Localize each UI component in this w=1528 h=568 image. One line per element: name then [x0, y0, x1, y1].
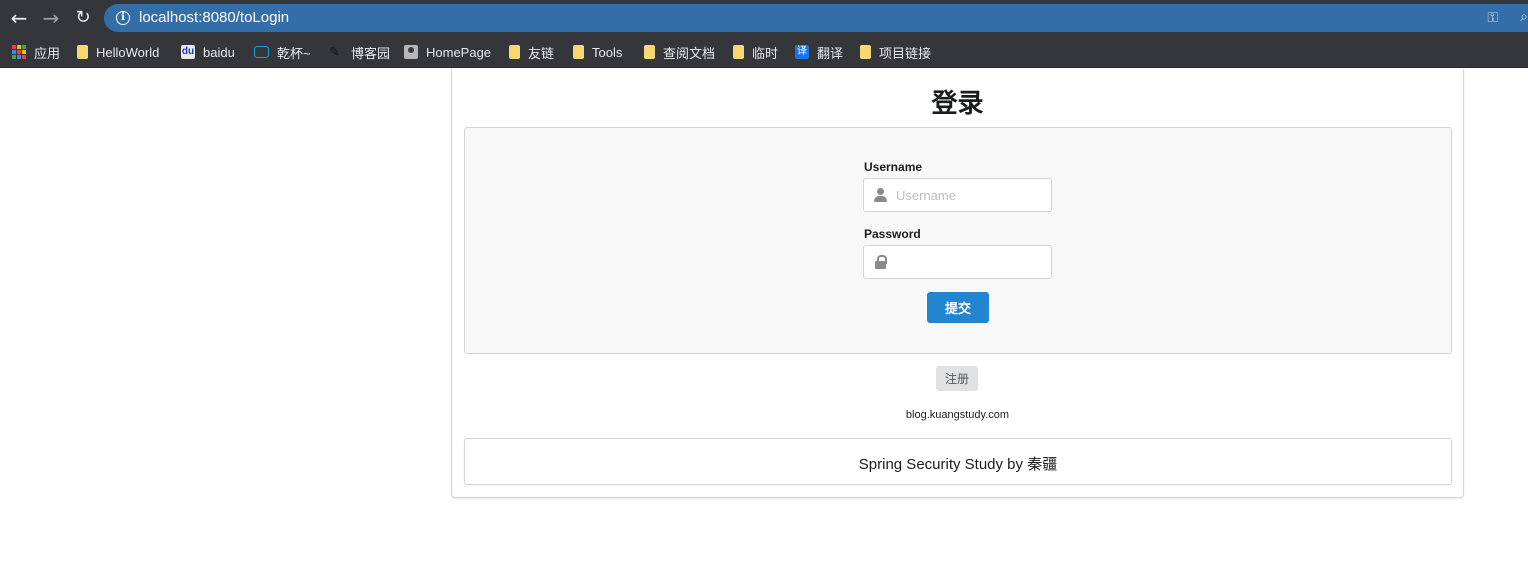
- bookmark-label: 应用: [34, 45, 61, 61]
- bookmark-friend-links[interactable]: 友链: [509, 43, 554, 61]
- bookmark-label: 项目链接: [879, 45, 932, 61]
- baidu-icon: du: [181, 45, 195, 59]
- bookmark-temp[interactable]: 临时: [733, 43, 778, 61]
- address-bar[interactable]: i localhost:8080/toLogin ⚿ ⌕: [104, 4, 1528, 32]
- login-container: 登录 Username Password 提交 注册 blog.kuangstu…: [451, 69, 1464, 498]
- apps-icon: [12, 45, 26, 59]
- reload-icon[interactable]: ↻: [70, 6, 96, 30]
- bookmark-label: 翻译: [817, 45, 844, 61]
- bookmark-homepage[interactable]: HomePage: [404, 43, 491, 61]
- username-field[interactable]: [863, 178, 1052, 212]
- url-text[interactable]: localhost:8080/toLogin: [139, 9, 289, 26]
- footer-link: blog.kuangstudy.com: [905, 409, 1010, 421]
- folder-icon: [733, 45, 744, 59]
- bookmark-label: Tools: [592, 44, 623, 60]
- bookmark-apps[interactable]: 应用: [12, 43, 60, 61]
- bookmark-label: 乾杯~: [277, 45, 311, 61]
- bookmarks-bar: 应用 HelloWorld du baidu 乾杯~ ✎ 博客园 HomePag…: [0, 36, 1528, 68]
- avatar-icon: [404, 45, 418, 59]
- bookmark-label: HelloWorld: [96, 44, 160, 60]
- browser-toolbar: ← → ↻ i localhost:8080/toLogin ⚿ ⌕: [0, 0, 1528, 36]
- user-icon: [874, 188, 888, 202]
- bookmark-bilibili[interactable]: 乾杯~: [254, 43, 311, 61]
- username-input[interactable]: [896, 179, 1046, 211]
- page-title: 登录: [931, 88, 984, 118]
- bookmark-label: baidu: [203, 44, 235, 60]
- bookmark-label: 博客园: [351, 45, 391, 61]
- zoom-icon[interactable]: ⌕: [1520, 8, 1528, 25]
- bookmark-cnblogs[interactable]: ✎ 博客园: [329, 43, 390, 61]
- folder-icon: [644, 45, 655, 59]
- bookmark-label: 临时: [752, 45, 779, 61]
- submit-button[interactable]: 提交: [927, 292, 989, 323]
- lock-icon: [874, 255, 888, 269]
- translate-icon: 译: [795, 45, 809, 59]
- key-icon[interactable]: ⚿: [1487, 9, 1498, 26]
- bookmark-label: 查阅文档: [663, 45, 716, 61]
- password-field[interactable]: [863, 245, 1052, 279]
- bookmark-project-links[interactable]: 项目链接: [860, 43, 931, 61]
- forward-arrow-icon[interactable]: →: [38, 6, 64, 30]
- cnblogs-icon: ✎: [329, 44, 340, 59]
- bookmark-translate[interactable]: 译 翻译: [795, 43, 843, 61]
- credit-text: Spring Security Study by 秦疆: [858, 456, 1058, 473]
- folder-icon: [509, 45, 520, 59]
- bookmark-label: 友链: [528, 45, 555, 61]
- password-label: Password: [864, 227, 921, 241]
- register-button[interactable]: 注册: [936, 366, 978, 391]
- info-icon[interactable]: i: [116, 11, 130, 25]
- bookmark-helloworld[interactable]: HelloWorld: [77, 43, 159, 61]
- bookmark-docs[interactable]: 查阅文档: [644, 43, 715, 61]
- back-arrow-icon[interactable]: ←: [6, 6, 32, 30]
- folder-icon: [860, 45, 871, 59]
- bilibili-icon: [254, 46, 269, 58]
- folder-icon: [573, 45, 584, 59]
- bookmark-baidu[interactable]: du baidu: [181, 43, 235, 61]
- bookmark-label: HomePage: [426, 44, 492, 60]
- username-label: Username: [864, 160, 923, 174]
- password-input[interactable]: [896, 246, 1046, 278]
- credit-segment: Spring Security Study by 秦疆: [464, 438, 1452, 485]
- folder-icon: [77, 45, 88, 59]
- login-form: Username Password 提交: [464, 127, 1452, 354]
- bookmark-tools[interactable]: Tools: [573, 43, 622, 61]
